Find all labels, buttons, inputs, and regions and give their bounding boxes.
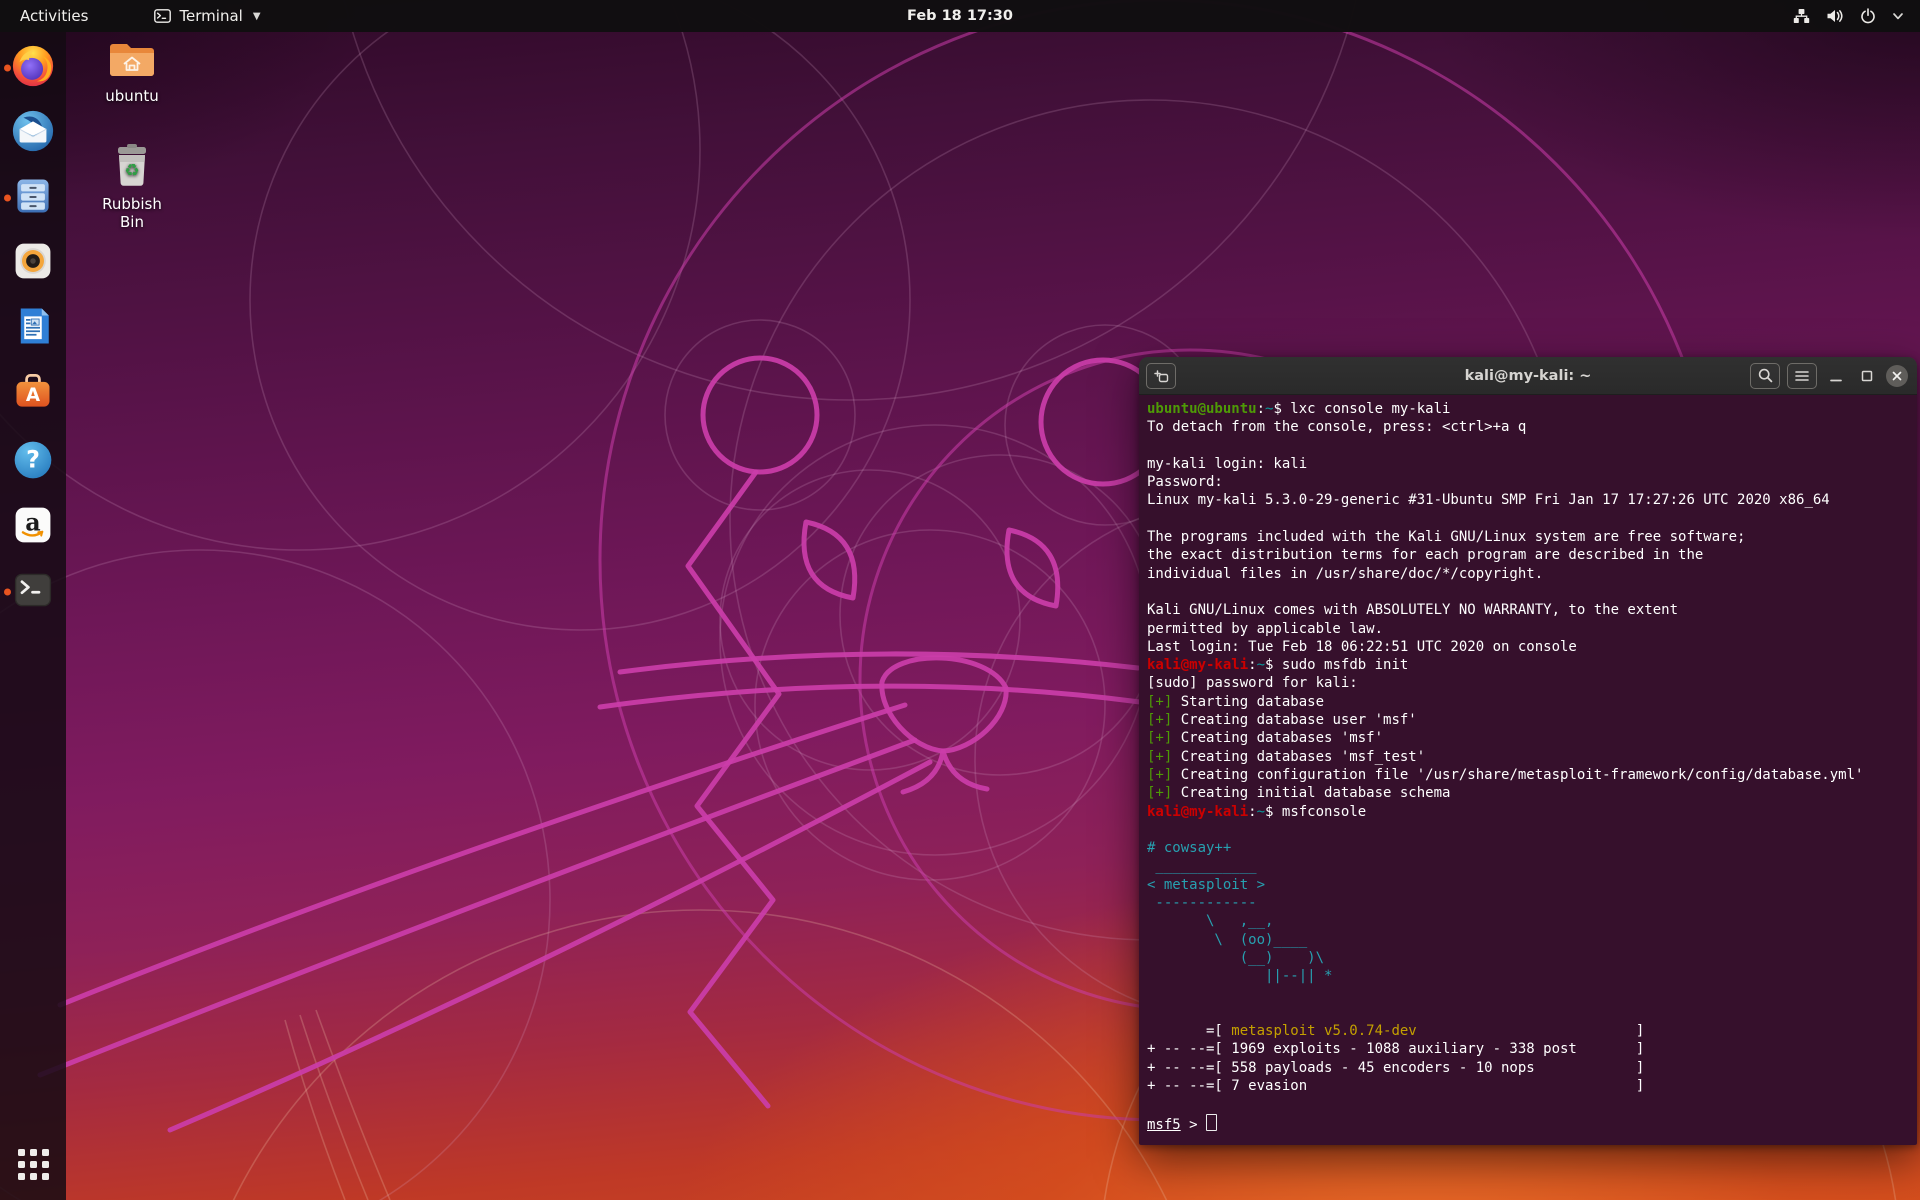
terminal-window: kali@my-kali: ~ ubuntu@ubuntu:~$ lxc con… [1139, 357, 1917, 1145]
show-applications-button[interactable] [2, 1138, 64, 1190]
minimize-button[interactable] [1824, 364, 1848, 388]
dock-item-terminal[interactable] [2, 562, 64, 622]
chevron-down-icon [1892, 11, 1904, 21]
show-apps-grid-icon [18, 1149, 49, 1180]
dock: A ? a [0, 32, 66, 1200]
terminal-window-title: kali@my-kali: ~ [1465, 368, 1592, 384]
dock-item-firefox[interactable] [2, 38, 64, 98]
dock-items: A ? a [2, 38, 64, 627]
dock-item-help[interactable]: ? [2, 432, 64, 492]
power-icon [1860, 8, 1876, 24]
terminal-icon [154, 9, 171, 23]
desktop-icon-label: Rubbish Bin [90, 195, 174, 231]
amazon-icon: a [11, 503, 55, 551]
dock-item-files[interactable] [2, 168, 64, 228]
close-icon [1892, 371, 1902, 381]
new-tab-button[interactable] [1146, 363, 1176, 389]
svg-text:♻: ♻ [124, 161, 139, 181]
network-wired-icon [1793, 8, 1810, 24]
libreoffice-writer-icon [12, 304, 54, 352]
minimize-icon [1830, 370, 1842, 382]
dock-item-thunderbird[interactable] [2, 103, 64, 163]
help-icon: ? [11, 438, 55, 486]
terminal-screen[interactable]: ubuntu@ubuntu:~$ lxc console my-kali To … [1139, 395, 1917, 1145]
menu-button[interactable] [1787, 363, 1817, 389]
clock-label: Feb 18 17:30 [907, 8, 1013, 24]
rhythmbox-icon [11, 239, 55, 287]
desktop-icon-ubuntu-folder[interactable]: ubuntu [90, 36, 174, 105]
search-icon [1758, 368, 1773, 383]
new-tab-icon [1153, 369, 1169, 383]
hamburger-menu-icon [1795, 370, 1809, 382]
maximize-button[interactable] [1855, 364, 1879, 388]
rubbish-bin-icon: ♻ [109, 176, 155, 194]
app-menu-label: Terminal [179, 7, 242, 25]
terminal-titlebar[interactable]: kali@my-kali: ~ [1139, 357, 1917, 395]
svg-text:A: A [26, 385, 41, 406]
dock-item-rhythmbox[interactable] [2, 233, 64, 293]
desktop-icon-label: ubuntu [90, 87, 174, 105]
firefox-icon [10, 43, 56, 93]
running-indicator [4, 195, 11, 202]
svg-text:?: ? [26, 445, 40, 473]
terminal-output: ubuntu@ubuntu:~$ lxc console my-kali To … [1147, 400, 1913, 1134]
running-indicator [4, 589, 11, 596]
activities-button[interactable]: Activities [0, 0, 108, 32]
app-menu-button[interactable]: Terminal ▼ [146, 0, 268, 32]
dock-item-amazon[interactable]: a [2, 497, 64, 557]
maximize-icon [1861, 370, 1873, 382]
thunderbird-icon [10, 108, 56, 158]
dock-item-ubuntu-software[interactable]: A [2, 363, 64, 423]
chevron-down-icon: ▼ [253, 11, 261, 22]
terminal-cursor [1206, 1114, 1217, 1131]
ubuntu-software-icon: A [11, 369, 55, 417]
close-button[interactable] [1886, 365, 1908, 387]
home-folder-icon [107, 68, 157, 86]
terminal-icon [11, 568, 55, 616]
search-button[interactable] [1750, 363, 1780, 389]
top-bar: Activities Terminal ▼ Feb 18 17:30 [0, 0, 1920, 32]
running-indicator [4, 65, 11, 72]
system-menu-button[interactable] [1793, 0, 1920, 32]
dock-item-libreoffice-writer[interactable] [2, 298, 64, 358]
clock-button[interactable]: Feb 18 17:30 [907, 8, 1013, 24]
volume-icon [1826, 8, 1844, 24]
files-icon [11, 174, 55, 222]
desktop-icon-rubbish-bin[interactable]: ♻ Rubbish Bin [90, 142, 174, 231]
activities-label: Activities [20, 7, 88, 25]
